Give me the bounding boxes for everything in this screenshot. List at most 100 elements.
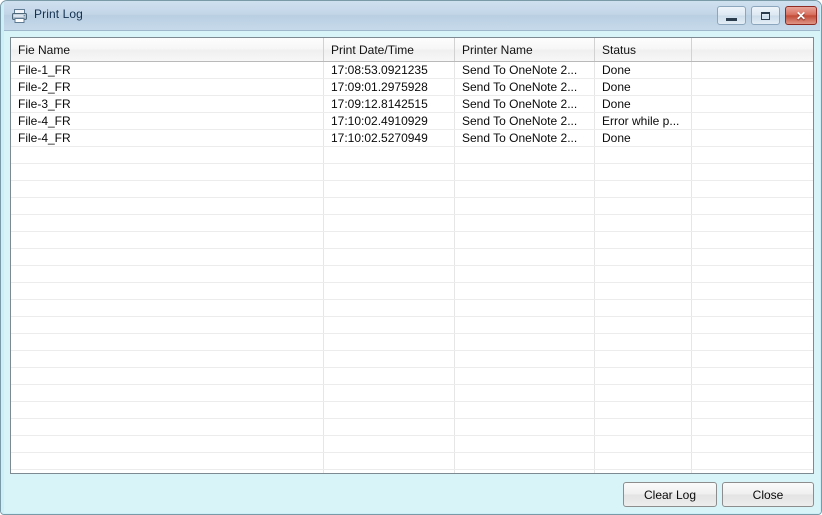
grid-cell [455, 436, 595, 452]
empty-row[interactable] [11, 385, 813, 402]
empty-row[interactable] [11, 470, 813, 473]
close-window-button[interactable]: ✕ [785, 6, 817, 25]
table-row[interactable]: File-3_FR 17:09:12.8142515 Send To OneNote… [11, 96, 813, 113]
empty-row[interactable] [11, 283, 813, 300]
column-header-printer-name[interactable]: Printer Name [455, 38, 595, 61]
empty-row[interactable] [11, 300, 813, 317]
grid-cell [692, 62, 813, 78]
grid-cell [455, 317, 595, 333]
grid-cell [455, 215, 595, 231]
grid-cell [455, 181, 595, 197]
grid-cell [324, 164, 455, 180]
empty-row[interactable] [11, 181, 813, 198]
clear-log-button[interactable]: Clear Log [623, 482, 717, 507]
grid-cell [324, 317, 455, 333]
grid-cell [692, 96, 813, 112]
grid-cell [692, 334, 813, 350]
table-row[interactable]: File-4_FR 17:10:02.4910929 Send To OneNote… [11, 113, 813, 130]
grid-cell [11, 147, 324, 163]
print-log-grid[interactable]: Fie Name Print Date/Time Printer Name St… [10, 37, 814, 474]
empty-row[interactable] [11, 402, 813, 419]
empty-row[interactable] [11, 147, 813, 164]
grid-cell [692, 283, 813, 299]
minimize-button[interactable] [717, 6, 746, 25]
column-header-status[interactable]: Status [595, 38, 692, 61]
grid-cell [455, 266, 595, 282]
grid-cell [595, 402, 692, 418]
grid-cell: Send To OneNote 2... [455, 113, 595, 129]
grid-cell: 17:09:12.8142515 [324, 96, 455, 112]
grid-cell [324, 249, 455, 265]
table-row[interactable]: File-4_FR 17:10:02.5270949 Send To OneNote… [11, 130, 813, 147]
empty-row[interactable] [11, 232, 813, 249]
grid-cell [595, 215, 692, 231]
table-row[interactable]: File-2_FR 17:09:01.2975928 Send To OneNote… [11, 79, 813, 96]
grid-cell [324, 147, 455, 163]
grid-cell [11, 164, 324, 180]
empty-row[interactable] [11, 249, 813, 266]
grid-cell: File-1_FR [11, 62, 324, 78]
grid-cell [11, 317, 324, 333]
empty-row[interactable] [11, 436, 813, 453]
window-title: Print Log [34, 7, 83, 21]
empty-row[interactable] [11, 453, 813, 470]
grid-cell [11, 419, 324, 435]
minimize-icon [726, 17, 737, 21]
grid-cell [324, 232, 455, 248]
column-header-file-name[interactable]: Fie Name [11, 38, 324, 61]
grid-cell [595, 334, 692, 350]
grid-cell [455, 147, 595, 163]
grid-cell [11, 385, 324, 401]
grid-cell [692, 232, 813, 248]
grid-cell [11, 470, 324, 473]
grid-cell [455, 334, 595, 350]
grid-cell [324, 453, 455, 469]
grid-cell [692, 79, 813, 95]
grid-cell [11, 368, 324, 384]
grid-cell: File-4_FR [11, 113, 324, 129]
grid-cell [11, 300, 324, 316]
grid-cell [692, 436, 813, 452]
empty-row[interactable] [11, 368, 813, 385]
grid-cell [11, 351, 324, 367]
grid-cell [595, 249, 692, 265]
grid-cell [324, 198, 455, 214]
title-bar[interactable]: Print Log ✕ [1, 1, 821, 31]
grid-cell [455, 385, 595, 401]
grid-cell: Send To OneNote 2... [455, 79, 595, 95]
grid-cell [11, 283, 324, 299]
grid-cell [692, 300, 813, 316]
empty-row[interactable] [11, 317, 813, 334]
table-row[interactable]: File-1_FR 17:08:53.0921235 Send To OneNote… [11, 62, 813, 79]
grid-cell [324, 334, 455, 350]
close-button[interactable]: Close [722, 482, 814, 507]
grid-cell: 17:10:02.4910929 [324, 113, 455, 129]
column-header-print-date-time[interactable]: Print Date/Time [324, 38, 455, 61]
grid-cell [692, 147, 813, 163]
grid-cell [692, 385, 813, 401]
grid-cell [595, 368, 692, 384]
empty-row[interactable] [11, 215, 813, 232]
grid-cell [595, 351, 692, 367]
empty-row[interactable] [11, 419, 813, 436]
grid-cell [595, 198, 692, 214]
empty-row[interactable] [11, 198, 813, 215]
grid-header-row: Fie Name Print Date/Time Printer Name St… [11, 38, 813, 62]
grid-cell [11, 402, 324, 418]
grid-cell: Done [595, 79, 692, 95]
column-header-filler[interactable] [692, 38, 813, 61]
grid-cell [455, 419, 595, 435]
empty-row[interactable] [11, 164, 813, 181]
maximize-button[interactable] [751, 6, 780, 25]
empty-row[interactable] [11, 351, 813, 368]
grid-body: File-1_FR 17:08:53.0921235 Send To OneNote… [11, 62, 813, 473]
empty-row[interactable] [11, 266, 813, 283]
close-icon: ✕ [795, 8, 807, 23]
grid-cell: Error while p... [595, 113, 692, 129]
grid-cell [455, 300, 595, 316]
grid-cell [595, 181, 692, 197]
grid-cell [692, 249, 813, 265]
grid-cell [595, 266, 692, 282]
grid-cell: Send To OneNote 2... [455, 96, 595, 112]
empty-row[interactable] [11, 334, 813, 351]
